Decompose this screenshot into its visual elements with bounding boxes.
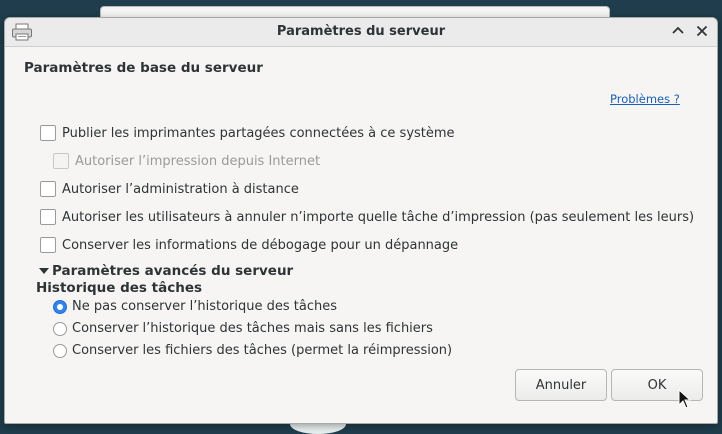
checkbox-cancel-any-job[interactable]: Autoriser les utilisateurs à annuler n’i…: [40, 209, 694, 225]
checkbox-label: Autoriser l’impression depuis Internet: [75, 153, 321, 169]
radio-history-no-files[interactable]: Conserver l’historique des tâches mais s…: [53, 321, 433, 336]
checkbox-box[interactable]: [53, 153, 69, 169]
checkbox-label: Autoriser l’administration à distance: [62, 181, 299, 197]
advanced-settings-expander[interactable]: Paramètres avancés du serveur: [39, 263, 293, 279]
checkbox-remote-admin[interactable]: Autoriser l’administration à distance: [40, 181, 299, 197]
radio-button[interactable]: [53, 343, 67, 358]
expander-label: Paramètres avancés du serveur: [52, 263, 294, 279]
checkbox-internet-printing[interactable]: Autoriser l’impression depuis Internet: [53, 153, 320, 169]
checkbox-label: Publier les imprimantes partagées connec…: [62, 125, 455, 141]
triangle-down-icon: [39, 268, 49, 274]
checkbox-label: Conserver les informations de débogage p…: [62, 237, 459, 253]
radio-button[interactable]: [53, 321, 67, 336]
checkbox-box[interactable]: [40, 181, 56, 197]
titlebar: Paramètres du serveur: [5, 18, 717, 47]
problems-link[interactable]: Problèmes ?: [610, 92, 680, 106]
cancel-button[interactable]: Annuler: [515, 369, 607, 401]
mouse-cursor-icon: [678, 389, 692, 409]
radio-label: Ne pas conserver l’historique des tâches: [72, 299, 337, 314]
checkbox-box[interactable]: [40, 237, 56, 253]
radio-no-history[interactable]: Ne pas conserver l’historique des tâches: [53, 299, 337, 314]
close-icon[interactable]: [693, 22, 711, 40]
radio-label: Conserver les fichiers des tâches (perme…: [72, 343, 453, 358]
checkbox-debug-logging[interactable]: Conserver les informations de débogage p…: [40, 237, 458, 253]
radio-label: Conserver l’historique des tâches mais s…: [72, 321, 433, 336]
radio-keep-files[interactable]: Conserver les fichiers des tâches (perme…: [53, 343, 452, 358]
server-settings-dialog: Paramètres du serveur Paramètres de base…: [4, 17, 718, 424]
checkbox-publish-printers[interactable]: Publier les imprimantes partagées connec…: [40, 125, 455, 141]
checkbox-box[interactable]: [40, 125, 56, 141]
checkbox-box[interactable]: [40, 209, 56, 225]
radio-button[interactable]: [53, 299, 67, 314]
section-title: Paramètres de base du serveur: [24, 60, 263, 76]
window-title: Paramètres du serveur: [276, 24, 446, 39]
checkbox-label: Autoriser les utilisateurs à annuler n’i…: [62, 209, 695, 225]
chevron-up-icon[interactable]: [669, 22, 687, 40]
history-title: Historique des tâches: [36, 280, 203, 296]
